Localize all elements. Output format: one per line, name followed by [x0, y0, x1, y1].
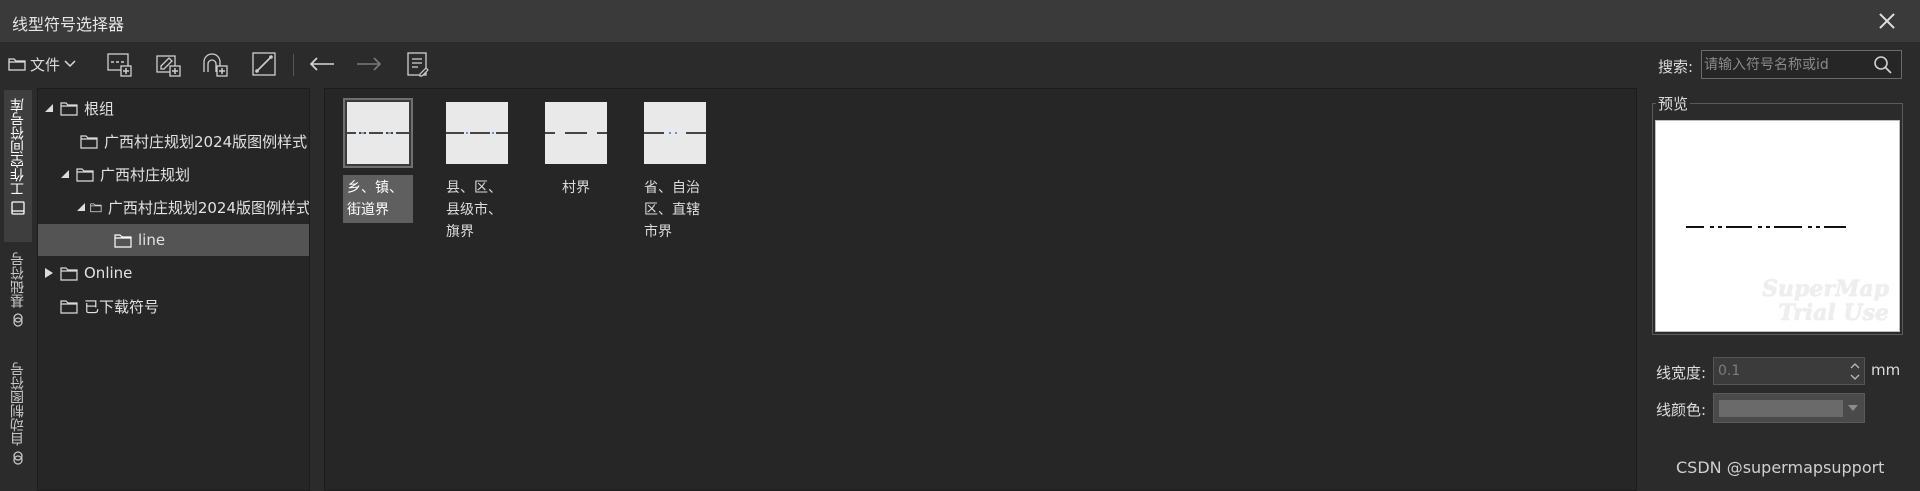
tree-item-label: 广西村庄规划 — [100, 165, 191, 184]
symbol-thumbnail — [541, 98, 611, 168]
tree-item[interactable]: 广西村庄规划2024版图例样式 — [38, 191, 310, 223]
watermark: SuperMap Trial Use — [1762, 277, 1889, 325]
new-from-template-button[interactable] — [153, 49, 183, 79]
symbol-selector-window: 线型符号选择器 文件 搜索: 请输入符号名称或id 工作空间符号库 基础符号 自… — [0, 0, 1920, 491]
tab-label: 工作空间符号库 — [10, 98, 26, 196]
arrow-right-icon — [357, 57, 382, 71]
tree-item-label: Online — [84, 264, 133, 282]
line-color-picker[interactable] — [1713, 393, 1865, 423]
symbol-group-tree: 根组 广西村庄规划2024版图例样式 广西村庄规划 广西村庄规划2024版图例样… — [37, 88, 310, 491]
tree-scrollbar[interactable] — [310, 88, 324, 491]
properties-button[interactable] — [402, 49, 434, 79]
line-width-input[interactable] — [1718, 361, 1838, 381]
watermark-line: SuperMap — [1762, 276, 1889, 302]
symbol-thumbnail — [640, 98, 710, 168]
symbol-label: 县、区、县级市、旗界 — [446, 180, 502, 240]
search-input[interactable] — [1704, 53, 1864, 76]
preview-title: 预览 — [1656, 93, 1691, 114]
import-symbol-button[interactable] — [200, 49, 230, 79]
tree-item-label: 广西村庄规划2024版图例样式 — [104, 132, 308, 151]
tab-workspace-symbols[interactable]: 工作空间符号库 — [4, 90, 32, 242]
color-swatch — [1719, 400, 1843, 417]
symbol-label: 村界 — [562, 180, 590, 196]
search-label: 搜索: — [1658, 58, 1694, 76]
tree-item-line[interactable]: line — [38, 224, 309, 256]
search-icon[interactable] — [1873, 55, 1893, 75]
symbol-thumbnail — [442, 98, 512, 168]
folder-icon — [76, 167, 94, 182]
toolbar-separator — [293, 54, 294, 76]
title-bar: 线型符号选择器 — [0, 0, 1920, 43]
symbol-label: 乡、镇、街道界 — [343, 175, 413, 223]
arrow-left-icon — [309, 57, 334, 71]
link-icon — [13, 313, 23, 327]
toolbar: 文件 搜索: 请输入符号名称或id — [0, 44, 1920, 86]
symbol-label: 省、自治区、直辖市界 — [644, 180, 700, 240]
tab-basic-symbols[interactable]: 基础符号 — [4, 248, 32, 342]
file-menu-label: 文件 — [30, 55, 61, 74]
tree-item-label: 已下载符号 — [84, 297, 160, 316]
new-symbol-button[interactable] — [104, 49, 134, 79]
dropdown-arrow-icon — [1848, 405, 1858, 411]
line-edit-icon — [252, 52, 276, 76]
credit-watermark: CSDN @supermapsupport — [1676, 458, 1885, 477]
tree-item[interactable]: 广西村庄规划 — [38, 158, 309, 190]
line-width-unit: mm — [1871, 361, 1901, 379]
new-line-symbol-icon — [107, 53, 132, 77]
tree-item[interactable]: 根组 — [38, 92, 309, 124]
watermark-line: Trial Use — [1778, 300, 1889, 326]
folder-icon — [60, 101, 78, 116]
side-tabs: 工作空间符号库 基础符号 自动制图符号 — [0, 86, 37, 491]
line-color-label: 线颜色: — [1656, 401, 1707, 419]
tab-label: 自动制图符号 — [10, 362, 26, 446]
tree-item-downloaded[interactable]: 已下载符号 — [38, 290, 309, 322]
expanded-arrow-icon[interactable] — [76, 200, 86, 214]
folder-icon — [60, 266, 78, 281]
search-box — [1701, 50, 1902, 79]
folder-icon — [90, 202, 102, 212]
edit-line-button[interactable] — [249, 49, 279, 79]
book-icon — [11, 201, 25, 215]
tree-item-label: 广西村庄规划2024版图例样式 — [107, 198, 310, 217]
forward-button[interactable] — [353, 49, 385, 79]
tree-item-label: line — [138, 231, 166, 249]
list-edit-icon — [407, 52, 429, 77]
symbol-thumbnail — [343, 98, 413, 168]
expanded-arrow-icon[interactable] — [42, 101, 56, 115]
preview-canvas: SuperMap Trial Use — [1655, 120, 1900, 332]
folder-icon — [8, 58, 26, 71]
collapsed-arrow-icon[interactable] — [42, 266, 56, 280]
chevron-down-icon — [64, 60, 76, 68]
edit-add-icon — [156, 55, 181, 77]
import-symbol-icon — [203, 53, 228, 77]
tree-item-label: 根组 — [84, 99, 115, 118]
window-title: 线型符号选择器 — [12, 15, 125, 34]
line-width-field — [1713, 357, 1865, 385]
folder-icon — [114, 233, 132, 248]
symbol-grid: 乡、镇、街道界 县、区、县级市、旗界 村界 省、自治区、直辖市界 — [324, 88, 1637, 491]
spin-down-icon[interactable] — [1848, 371, 1862, 383]
tree-item-online[interactable]: Online — [38, 257, 309, 289]
back-button[interactable] — [306, 49, 338, 79]
expanded-arrow-icon[interactable] — [58, 167, 72, 181]
tab-auto-cartography-symbols[interactable]: 自动制图符号 — [4, 358, 32, 484]
tab-label: 基础符号 — [10, 252, 26, 308]
line-width-label: 线宽度: — [1656, 364, 1707, 382]
preview-line — [1686, 226, 1846, 228]
folder-icon — [60, 299, 78, 314]
tree-item[interactable]: 广西村庄规划2024版图例样式 — [38, 125, 309, 157]
file-menu-button[interactable]: 文件 — [8, 49, 92, 79]
close-icon[interactable] — [1876, 10, 1898, 32]
spin-up-icon[interactable] — [1848, 359, 1862, 371]
link-icon — [13, 451, 23, 465]
folder-icon — [80, 134, 98, 149]
